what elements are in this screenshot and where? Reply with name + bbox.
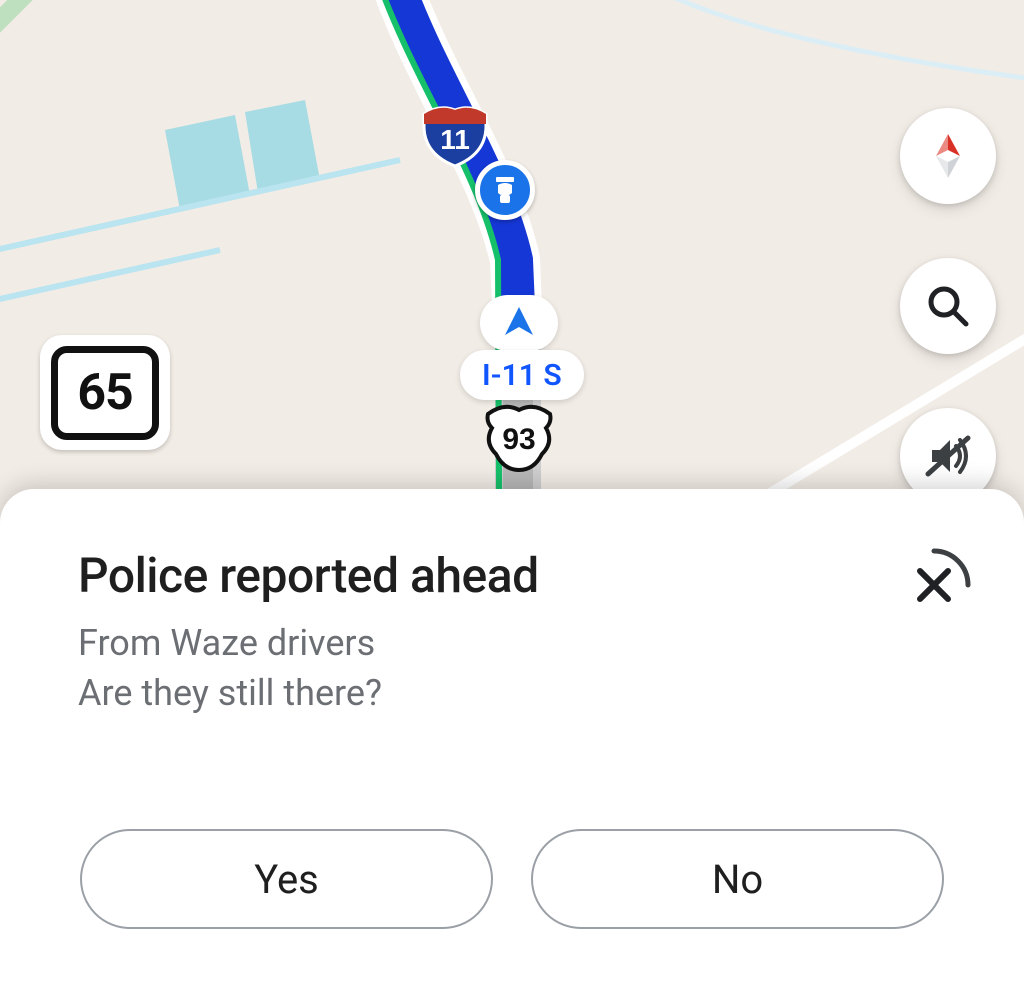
compass-button[interactable]: [900, 108, 996, 204]
sheet-question: Are they still there?: [78, 672, 978, 714]
close-icon: [892, 543, 976, 627]
us-route-number: 93: [502, 423, 535, 456]
compass-icon: [920, 128, 976, 184]
confirmation-button-row: Yes No: [80, 829, 944, 929]
search-icon: [922, 280, 974, 332]
search-button[interactable]: [900, 258, 996, 354]
interstate-shield: 11: [420, 100, 490, 168]
no-button[interactable]: No: [531, 829, 944, 929]
current-location-marker: [480, 295, 558, 351]
yes-button[interactable]: Yes: [80, 829, 493, 929]
navigation-arrow-icon: [499, 303, 539, 343]
us-route-shield: 93: [482, 400, 556, 474]
mute-icon: [920, 428, 976, 484]
sheet-title: Police reported ahead: [78, 547, 978, 604]
police-report-marker[interactable]: [475, 160, 535, 220]
report-bottom-sheet: Police reported ahead From Waze drivers …: [0, 489, 1024, 999]
map-viewport[interactable]: 65 11 I-11 S 93 Police reported ahead: [0, 0, 1024, 999]
close-button[interactable]: [892, 543, 976, 627]
route-label: I-11 S: [460, 350, 584, 400]
speed-limit-value: 65: [51, 346, 159, 440]
speed-limit-sign: 65: [40, 335, 170, 450]
police-icon: [488, 173, 522, 207]
sheet-source: From Waze drivers: [78, 622, 978, 664]
interstate-number: 11: [440, 124, 470, 155]
